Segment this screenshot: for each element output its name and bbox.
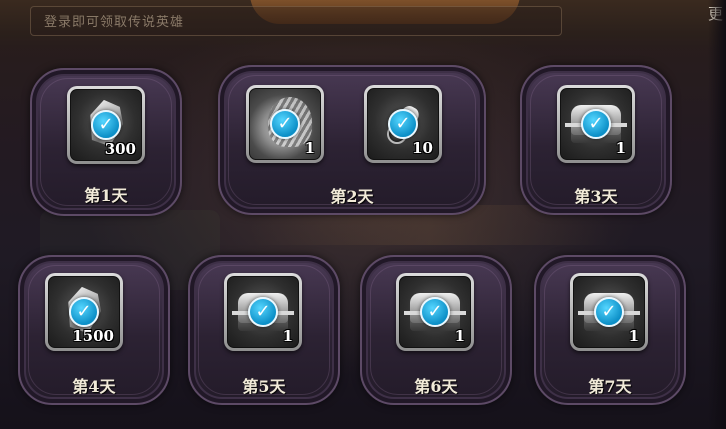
day-label: 第3天 bbox=[574, 187, 618, 206]
reward-item[interactable]: ✓ 1500 bbox=[45, 273, 123, 351]
reward-item[interactable]: ✓ 1 bbox=[246, 85, 324, 163]
reward-item[interactable]: ✓ 300 bbox=[67, 86, 145, 164]
item-quantity: 1 bbox=[454, 327, 465, 345]
item-quantity: 1 bbox=[615, 139, 626, 157]
item-quantity: 10 bbox=[412, 139, 433, 157]
item-quantity: 1500 bbox=[72, 327, 114, 345]
day-label: 第1天 bbox=[84, 186, 128, 205]
day-label: 第5天 bbox=[242, 377, 286, 396]
item-quantity: 1 bbox=[304, 139, 315, 157]
claimed-check-icon: ✓ bbox=[594, 297, 624, 327]
claimed-check-icon: ✓ bbox=[69, 297, 99, 327]
claimed-check-icon: ✓ bbox=[420, 297, 450, 327]
day-card-7[interactable]: ✓ 1 第7天 bbox=[534, 255, 686, 405]
day-card-6[interactable]: ✓ 1 第6天 bbox=[360, 255, 512, 405]
item-quantity: 1 bbox=[282, 327, 293, 345]
day-label: 第7天 bbox=[588, 377, 632, 396]
login-reward-panel: 登录即可领取传说英雄 更 ✓ 300 第1天 ✓ 1 ✓ 10 bbox=[0, 0, 726, 429]
day-label: 第2天 bbox=[330, 187, 374, 206]
day-label: 第6天 bbox=[414, 377, 458, 396]
day-card-3[interactable]: ✓ 1 第3天 bbox=[520, 65, 672, 215]
claimed-check-icon: ✓ bbox=[270, 109, 300, 139]
item-quantity: 1 bbox=[628, 327, 639, 345]
reward-item[interactable]: ✓ 1 bbox=[570, 273, 648, 351]
reward-item[interactable]: ✓ 1 bbox=[557, 85, 635, 163]
right-edge-shade bbox=[708, 0, 726, 429]
subtitle: 登录即可领取传说英雄 bbox=[44, 15, 185, 30]
reward-item[interactable]: ✓ 1 bbox=[396, 273, 474, 351]
day-card-1[interactable]: ✓ 300 第1天 bbox=[30, 68, 182, 216]
claimed-check-icon: ✓ bbox=[248, 297, 278, 327]
claimed-check-icon: ✓ bbox=[91, 110, 121, 140]
reward-item[interactable]: ✓ 10 bbox=[364, 85, 442, 163]
day-card-4[interactable]: ✓ 1500 第4天 bbox=[18, 255, 170, 405]
day-label: 第4天 bbox=[72, 377, 116, 396]
reward-item[interactable]: ✓ 1 bbox=[224, 273, 302, 351]
day-card-2[interactable]: ✓ 1 ✓ 10 第2天 bbox=[218, 65, 486, 215]
item-quantity: 300 bbox=[104, 140, 136, 158]
day-card-5[interactable]: ✓ 1 第5天 bbox=[188, 255, 340, 405]
claimed-check-icon: ✓ bbox=[388, 109, 418, 139]
claimed-check-icon: ✓ bbox=[581, 109, 611, 139]
